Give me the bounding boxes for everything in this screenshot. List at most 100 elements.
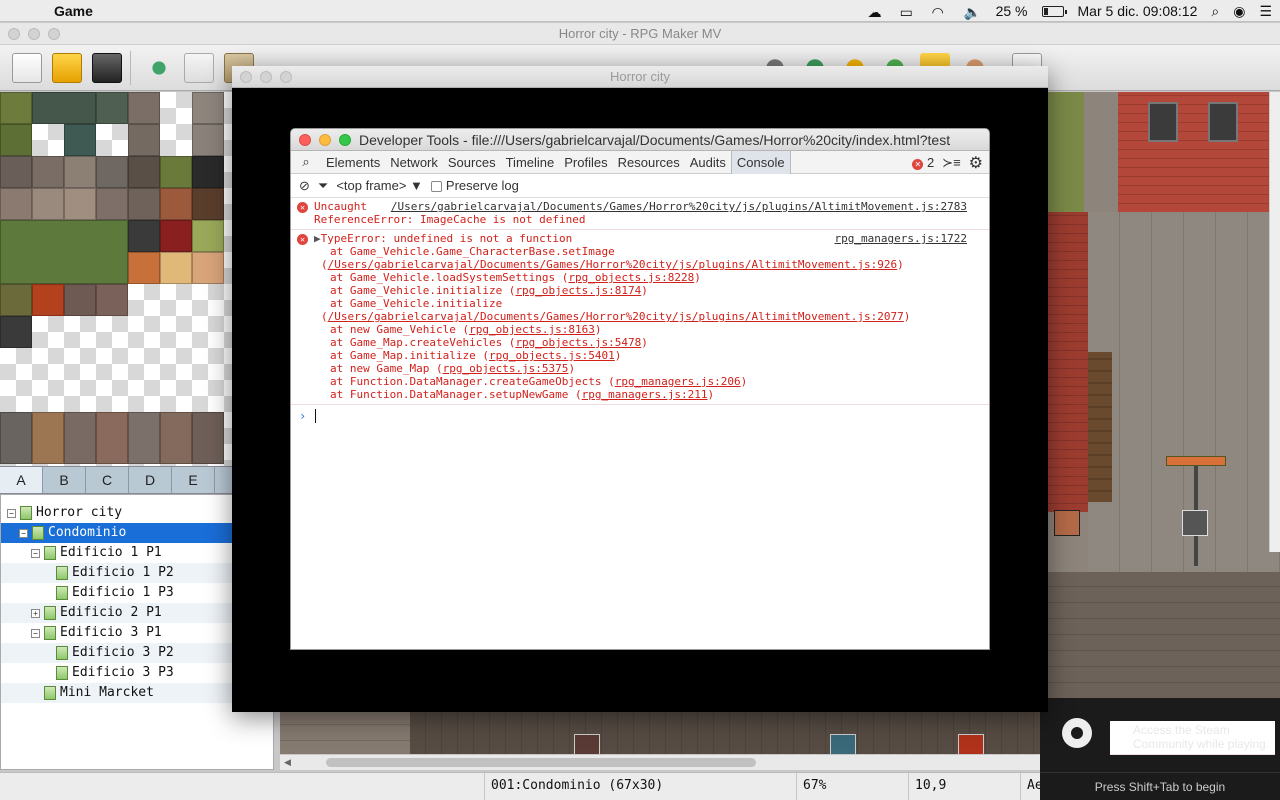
- tile[interactable]: [192, 220, 224, 252]
- map-event-marker[interactable]: [1182, 510, 1208, 536]
- tile[interactable]: [0, 92, 32, 124]
- tab-c[interactable]: C: [86, 467, 129, 493]
- map-canvas-right[interactable]: [1048, 92, 1280, 698]
- stack-frame-link[interactable]: /Users/gabrielcarvajal/Documents/Games/H…: [328, 258, 898, 271]
- tab-a[interactable]: A: [0, 467, 43, 493]
- map-canvas-bottom[interactable]: [280, 712, 1040, 756]
- filter-icon[interactable]: ⏷: [318, 178, 328, 194]
- preserve-log-checkbox[interactable]: [430, 181, 442, 193]
- tab-e[interactable]: E: [172, 467, 215, 493]
- collapse-icon[interactable]: −: [7, 508, 16, 518]
- devtools-zoom-button[interactable]: [339, 134, 351, 146]
- tile[interactable]: [128, 412, 160, 464]
- cut-icon[interactable]: [144, 53, 174, 83]
- tile[interactable]: [32, 156, 64, 188]
- console-error-message[interactable]: ✕ Uncaught /Users/gabrielcarvajal/Docume…: [291, 198, 989, 230]
- save-project-icon[interactable]: [92, 53, 122, 83]
- tile[interactable]: [96, 284, 128, 316]
- app-menu-name[interactable]: Game: [54, 3, 93, 19]
- creative-cloud-icon[interactable]: ☁: [868, 4, 886, 20]
- tile[interactable]: [0, 188, 32, 220]
- error-source-link[interactable]: /Users/gabrielcarvajal/Documents/Games/H…: [391, 200, 967, 213]
- rpg-zoom-button[interactable]: [48, 28, 60, 40]
- console-drawer-icon[interactable]: ≻≡: [942, 155, 960, 171]
- tab-elements[interactable]: Elements: [321, 151, 385, 174]
- tab-profiles[interactable]: Profiles: [559, 151, 612, 174]
- stack-frame-link[interactable]: rpg_managers.js:211: [582, 388, 708, 401]
- expand-icon[interactable]: +: [31, 608, 40, 618]
- devtools-close-button[interactable]: [299, 134, 311, 146]
- stack-frame-link[interactable]: rpg_managers.js:206: [615, 375, 741, 388]
- open-project-icon[interactable]: [52, 53, 82, 83]
- tile[interactable]: [64, 412, 96, 464]
- tab-audits[interactable]: Audits: [685, 151, 731, 174]
- copy-icon[interactable]: [184, 53, 214, 83]
- battery-icon[interactable]: [1041, 5, 1067, 17]
- new-project-icon[interactable]: [12, 53, 42, 83]
- tile[interactable]: [160, 156, 192, 188]
- tile[interactable]: [32, 92, 96, 124]
- tile[interactable]: [192, 156, 224, 188]
- tile[interactable]: [32, 188, 64, 220]
- tile[interactable]: [160, 252, 192, 284]
- tile[interactable]: [128, 92, 160, 124]
- tile[interactable]: [96, 156, 128, 188]
- error-counter[interactable]: ✕ 2: [912, 155, 934, 170]
- tile[interactable]: [160, 220, 192, 252]
- tile[interactable]: [128, 252, 160, 284]
- rpg-close-button[interactable]: [8, 28, 20, 40]
- wifi-icon[interactable]: ◠: [932, 4, 950, 20]
- game-zoom-button[interactable]: [280, 71, 292, 83]
- tab-resources[interactable]: Resources: [613, 151, 685, 174]
- error-source-link[interactable]: rpg_managers.js:1722: [835, 232, 967, 245]
- console-output[interactable]: ✕ Uncaught /Users/gabrielcarvajal/Docume…: [291, 198, 989, 425]
- stack-frame-link[interactable]: rpg_objects.js:8163: [469, 323, 595, 336]
- tab-d[interactable]: D: [129, 467, 172, 493]
- tile[interactable]: [192, 188, 224, 220]
- rpg-minimize-button[interactable]: [28, 28, 40, 40]
- tile[interactable]: [0, 220, 128, 284]
- collapse-icon[interactable]: −: [31, 628, 40, 638]
- scroll-left-arrow-icon[interactable]: ◀: [284, 757, 291, 768]
- clock[interactable]: Mar 5 dic. 09:08:12: [1078, 3, 1198, 19]
- tile[interactable]: [96, 412, 128, 464]
- tab-network[interactable]: Network: [385, 151, 443, 174]
- tile[interactable]: [128, 124, 160, 156]
- collapse-icon[interactable]: −: [19, 528, 28, 538]
- stack-frame-link[interactable]: rpg_objects.js:8228: [568, 271, 694, 284]
- volume-icon[interactable]: 🔈: [964, 4, 982, 20]
- stack-frame-link[interactable]: rpg_objects.js:8174: [515, 284, 641, 297]
- devtools-minimize-button[interactable]: [319, 134, 331, 146]
- stack-frame-link[interactable]: /Users/gabrielcarvajal/Documents/Games/H…: [328, 310, 904, 323]
- collapse-icon[interactable]: −: [31, 548, 40, 558]
- tile[interactable]: [128, 188, 160, 220]
- tile[interactable]: [96, 188, 128, 220]
- console-error-message[interactable]: ✕ ▶TypeError: undefined is not a functio…: [291, 230, 989, 405]
- game-close-button[interactable]: [240, 71, 252, 83]
- tile[interactable]: [0, 412, 32, 464]
- tile[interactable]: [96, 92, 128, 124]
- settings-gear-icon[interactable]: ⚙: [969, 153, 983, 173]
- tile[interactable]: [192, 412, 224, 464]
- map-horizontal-scrollbar[interactable]: ◀: [280, 754, 1040, 770]
- frame-selector[interactable]: <top frame> ▼: [336, 178, 423, 193]
- tile[interactable]: [192, 92, 224, 124]
- tile[interactable]: [32, 284, 64, 316]
- stack-frame-link[interactable]: rpg_objects.js:5478: [515, 336, 641, 349]
- tile[interactable]: [64, 188, 96, 220]
- tile[interactable]: [0, 156, 32, 188]
- scrollbar-thumb[interactable]: [326, 758, 756, 767]
- spotlight-search-icon[interactable]: ⌕: [1211, 3, 1219, 20]
- notification-center-icon[interactable]: ☰: [1259, 3, 1272, 20]
- steam-overlay-notification[interactable]: Access the Steam Community while playing…: [1040, 698, 1280, 800]
- tab-b[interactable]: B: [43, 467, 86, 493]
- tab-console[interactable]: Console: [730, 150, 791, 174]
- tile[interactable]: [64, 156, 96, 188]
- tile[interactable]: [32, 412, 64, 464]
- map-character-sprite[interactable]: [1054, 510, 1080, 536]
- tab-sources[interactable]: Sources: [443, 151, 501, 174]
- expand-triangle-icon[interactable]: ▶: [314, 232, 321, 245]
- devtools-search-icon[interactable]: ⌕: [291, 154, 321, 170]
- tile[interactable]: [128, 220, 160, 252]
- tab-timeline[interactable]: Timeline: [501, 151, 560, 174]
